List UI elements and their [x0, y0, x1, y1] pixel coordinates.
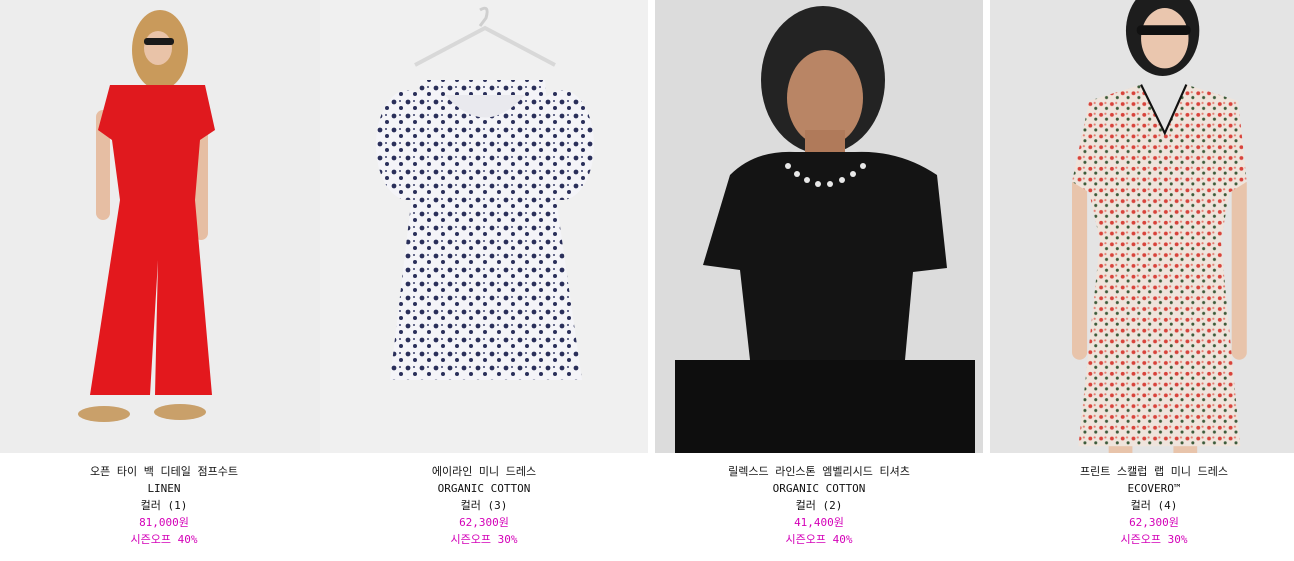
product-colors-count: 컬러 (3) — [460, 499, 508, 512]
product-price: 62,300원 — [459, 516, 509, 529]
product-price: 41,400원 — [794, 516, 844, 529]
product-info: 프린트 스캘럽 랩 미니 드레스 ECOVERO™ 컬러 (4) 62,300원… — [990, 463, 1294, 548]
product-colors-count: 컬러 (1) — [140, 499, 188, 512]
product-info: 에이라인 미니 드레스 ORGANIC COTTON 컬러 (3) 62,300… — [320, 463, 648, 548]
product-info: 오픈 타이 백 디테일 점프수트 LINEN 컬러 (1) 81,000원 시즌… — [0, 463, 328, 548]
product-card[interactable]: 에이라인 미니 드레스 ORGANIC COTTON 컬러 (3) 62,300… — [320, 0, 648, 561]
product-discount-badge: 시즌오프 30% — [1120, 533, 1188, 546]
product-name[interactable]: 프린트 스캘럽 랩 미니 드레스 — [990, 463, 1294, 480]
product-image[interactable] — [990, 0, 1294, 453]
red-jumpsuit-photo — [0, 0, 328, 453]
product-discount-badge: 시즌오프 40% — [130, 533, 198, 546]
product-grid: 오픈 타이 백 디테일 점프수트 LINEN 컬러 (1) 81,000원 시즌… — [0, 0, 1294, 561]
product-card[interactable]: 프린트 스캘럽 랩 미니 드레스 ECOVERO™ 컬러 (4) 62,300원… — [990, 0, 1294, 561]
product-info: 릴렉스드 라인스톤 엠벨리시드 티셔츠 ORGANIC COTTON 컬러 (2… — [655, 463, 983, 548]
product-material: ECOVERO™ — [1127, 482, 1181, 495]
product-name[interactable]: 오픈 타이 백 디테일 점프수트 — [0, 463, 328, 480]
black-tshirt-photo — [655, 0, 983, 453]
product-discount-badge: 시즌오프 40% — [785, 533, 853, 546]
product-discount-badge: 시즌오프 30% — [450, 533, 518, 546]
product-image[interactable] — [320, 0, 648, 453]
product-colors-count: 컬러 (2) — [795, 499, 843, 512]
print-wrap-dress-photo — [990, 0, 1294, 453]
product-material: ORGANIC COTTON — [437, 482, 531, 495]
product-material: ORGANIC COTTON — [772, 482, 866, 495]
product-price: 81,000원 — [139, 516, 189, 529]
product-name[interactable]: 에이라인 미니 드레스 — [320, 463, 648, 480]
product-price: 62,300원 — [1129, 516, 1179, 529]
product-material: LINEN — [147, 482, 181, 495]
product-card[interactable]: 릴렉스드 라인스톤 엠벨리시드 티셔츠 ORGANIC COTTON 컬러 (2… — [655, 0, 983, 561]
product-card[interactable]: 오픈 타이 백 디테일 점프수트 LINEN 컬러 (1) 81,000원 시즌… — [0, 0, 328, 561]
product-colors-count: 컬러 (4) — [1130, 499, 1178, 512]
product-image[interactable] — [655, 0, 983, 453]
product-image[interactable] — [0, 0, 328, 453]
floral-mini-dress-photo — [320, 0, 648, 453]
product-name[interactable]: 릴렉스드 라인스톤 엠벨리시드 티셔츠 — [655, 463, 983, 480]
